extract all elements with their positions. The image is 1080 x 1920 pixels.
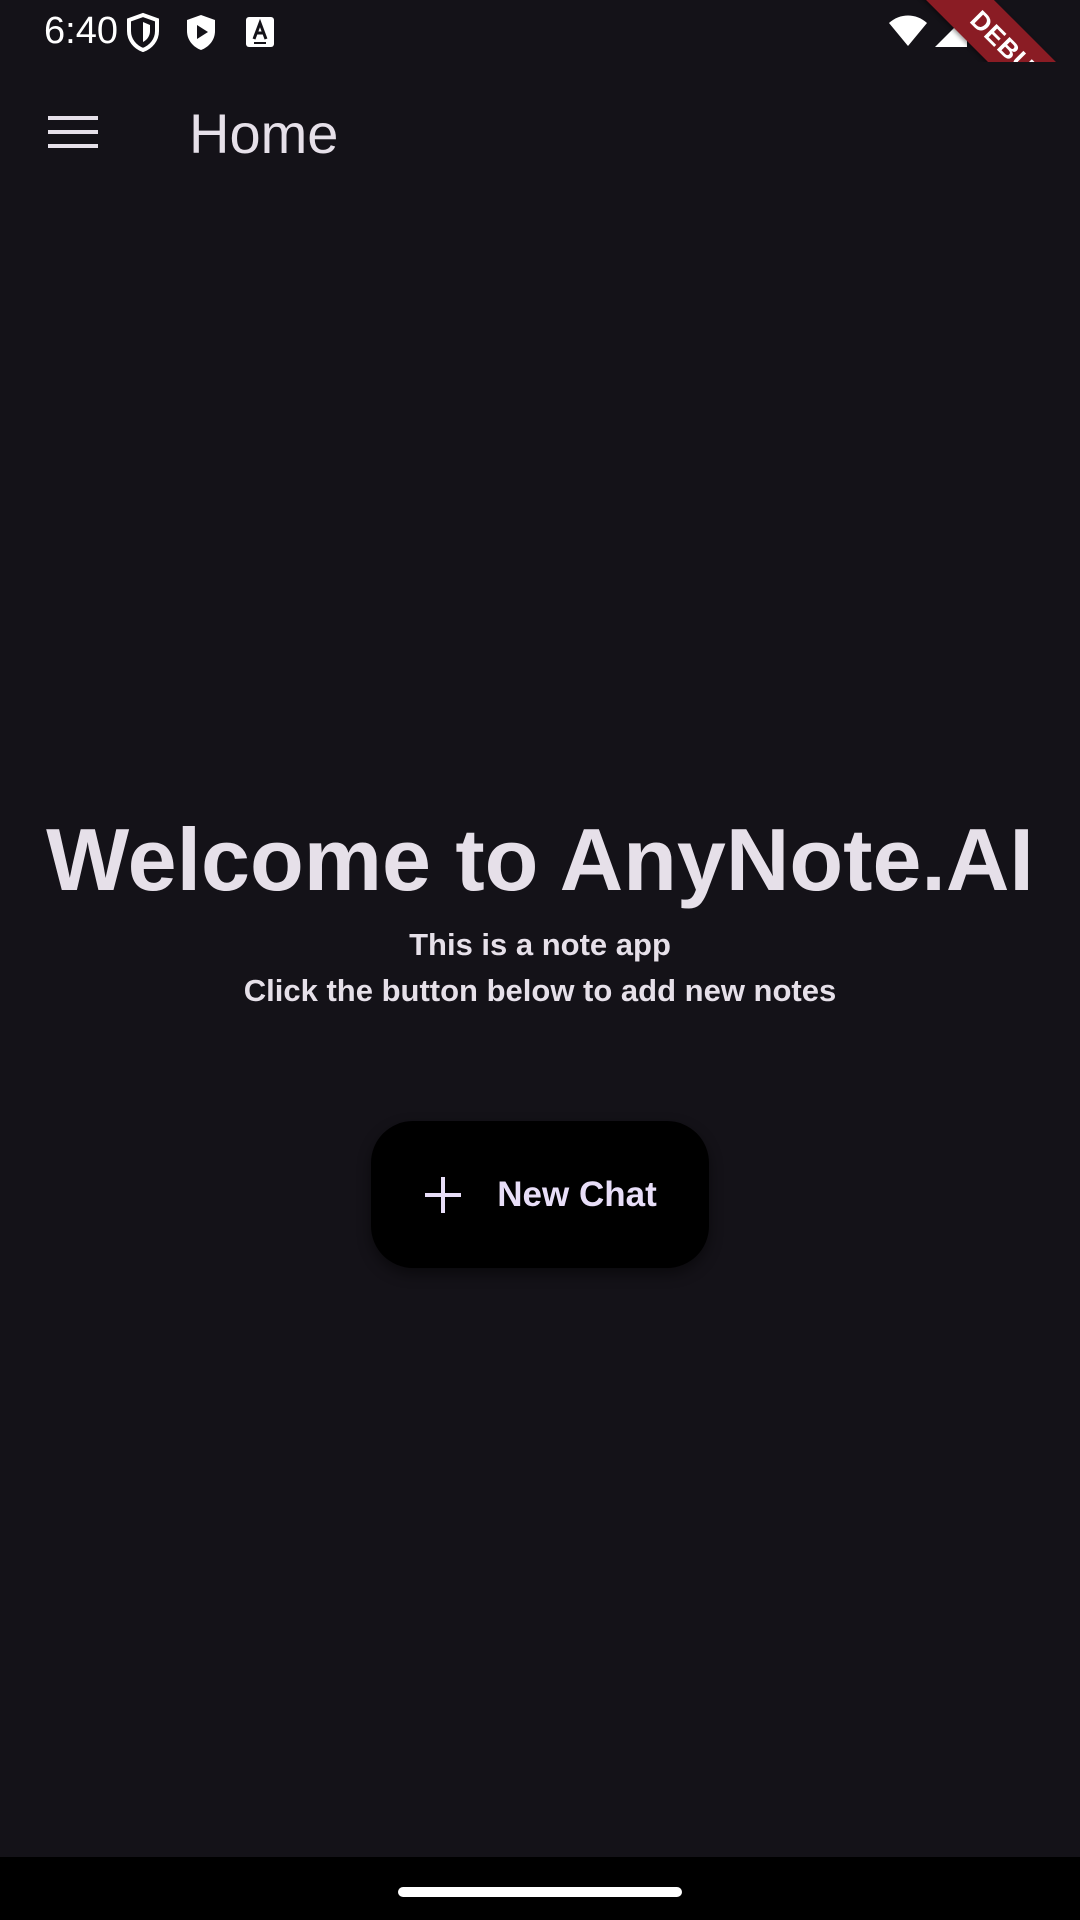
new-chat-button[interactable]: New Chat (371, 1121, 709, 1268)
new-chat-label: New Chat (497, 1174, 657, 1214)
wifi-icon (888, 14, 928, 53)
subtitle-line-2: Click the button below to add new notes (243, 973, 837, 1008)
system-nav-bar (0, 1857, 1080, 1920)
status-time: 6:40 (44, 10, 118, 52)
font-a-icon (245, 16, 275, 53)
play-shield-icon (184, 12, 218, 57)
status-bar: 6:40 (0, 0, 1080, 62)
page-title: Home (189, 102, 339, 165)
menu-button[interactable] (38, 99, 108, 169)
app-bar: Home (0, 62, 1080, 207)
welcome-title: Welcome to AnyNote.AI (46, 810, 1034, 909)
subtitle-line-1: This is a note app (409, 927, 671, 962)
plus-icon (423, 1175, 463, 1215)
menu-icon (48, 114, 98, 155)
home-gesture-handle[interactable] (398, 1887, 682, 1897)
shield-outline-icon (126, 12, 160, 57)
